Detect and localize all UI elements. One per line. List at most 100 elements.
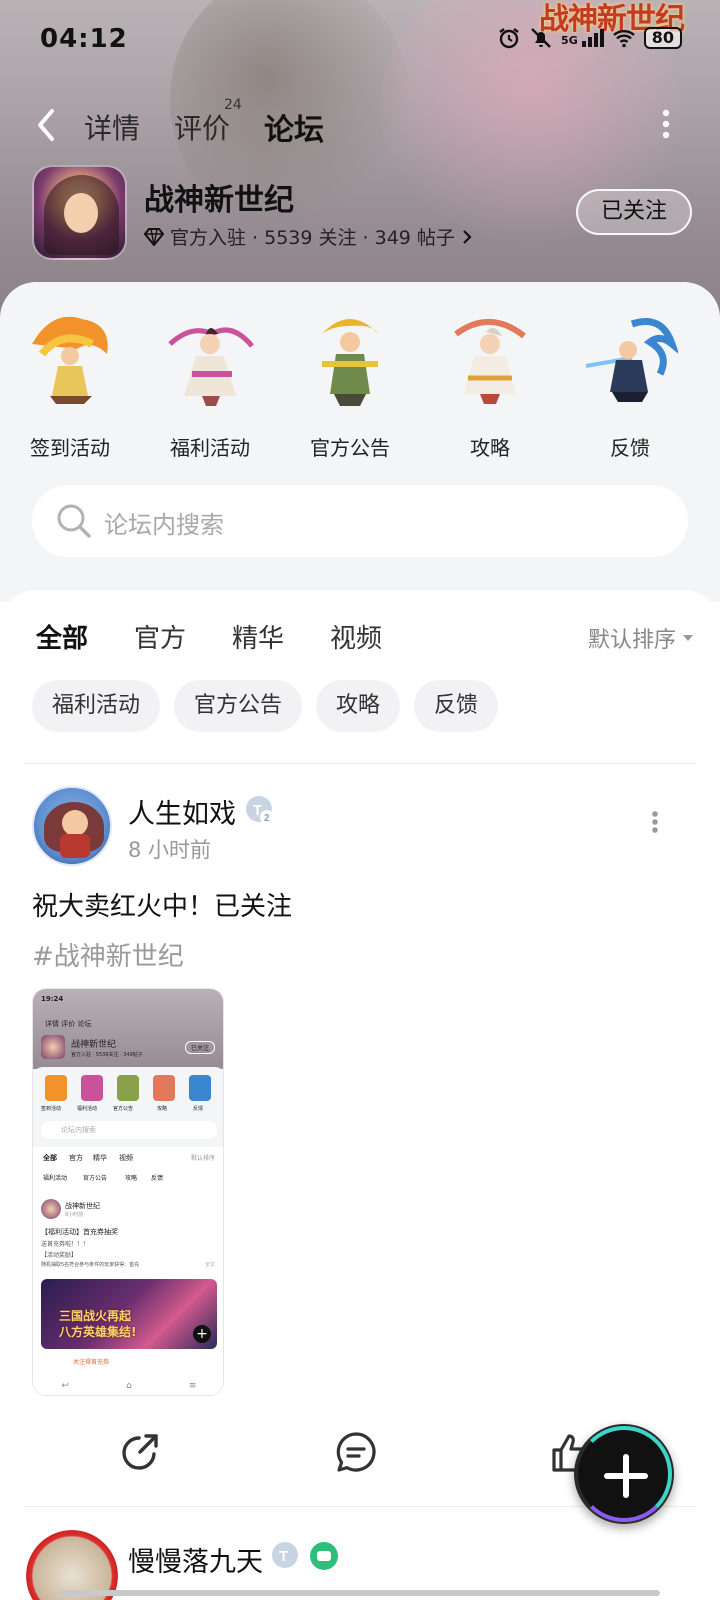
post-username[interactable]: 人生如戏	[128, 792, 236, 831]
plus-icon	[604, 1454, 648, 1498]
caret-down-icon	[683, 635, 693, 641]
tab-details[interactable]: 详情	[84, 107, 140, 147]
thumb-post-user: 战神新世纪	[65, 1202, 100, 1210]
thumb-filter: 精华	[93, 1154, 107, 1162]
thumb-menu-icon: ≡	[188, 1381, 197, 1391]
thumb-filter: 视频	[119, 1154, 133, 1162]
chip-announcement[interactable]: 官方公告	[174, 680, 303, 732]
thumb-post-full: 全文	[204, 1262, 215, 1268]
thumb-time: 19:24	[41, 995, 64, 1003]
battery-indicator: 80	[643, 27, 682, 49]
thumb-chip: 反馈	[151, 1175, 164, 1182]
gesture-bar	[60, 1590, 660, 1596]
share-icon[interactable]	[118, 1430, 162, 1474]
svg-text:2: 2	[264, 813, 270, 824]
create-post-button[interactable]	[574, 1424, 674, 1524]
thumb-back-icon: ↩	[61, 1381, 70, 1391]
thumb-navbar: ↩ ⌂ ≡	[33, 1375, 223, 1395]
sort-dropdown[interactable]: 默认排序	[588, 622, 694, 654]
category-label: 官方公告	[310, 436, 390, 460]
category-announcement[interactable]: 官方公告	[280, 304, 420, 461]
post-hashtag[interactable]: #战神新世纪	[32, 936, 184, 973]
category-welfare[interactable]: 福利活动	[140, 304, 280, 461]
category-guide[interactable]: 攻略	[420, 304, 560, 461]
category-label: 福利活动	[170, 436, 250, 460]
thumb-game-title: 战神新世纪	[71, 1040, 117, 1050]
follow-button[interactable]: 已关注	[576, 189, 692, 235]
thumb-promo-banner: 三国战火再起 八方英雄集结! +	[41, 1279, 217, 1349]
chip-guide[interactable]: 攻略	[316, 680, 401, 732]
network-5g-icon: 5G	[561, 29, 604, 47]
thumb-cat-label: 反馈	[193, 1106, 204, 1112]
thumb-footer: 关注得首充券	[73, 1359, 110, 1366]
reviews-count-badge: 24	[224, 97, 242, 113]
mute-bell-icon	[531, 28, 551, 48]
thumb-post-time: 8小时前	[65, 1212, 84, 1218]
header-banner: 战神新世纪 04:12 5G 80 详情 评价 24 论坛 战神新世纪 官方入驻…	[0, 0, 720, 330]
thumb-search-text: 论坛内搜索	[61, 1126, 96, 1134]
thumb-plus-icon: +	[193, 1325, 211, 1343]
game-meta[interactable]: 官方入驻 · 5539 关注 · 349 帖子	[144, 223, 473, 250]
filter-tab-video[interactable]: 视频	[330, 618, 382, 655]
status-bar: 04:12 5G 80	[0, 20, 720, 60]
search-icon	[57, 504, 91, 538]
chevron-right-icon	[463, 229, 472, 244]
back-arrow-icon[interactable]	[30, 105, 64, 145]
game-icon[interactable]	[32, 165, 127, 260]
status-time: 04:12	[40, 24, 128, 54]
thumb-cat-art	[153, 1075, 175, 1101]
chip-welfare[interactable]: 福利活动	[32, 680, 161, 732]
thumb-cat-label: 官方公告	[113, 1106, 134, 1112]
thumb-cat-art	[117, 1075, 139, 1101]
filter-tab-featured[interactable]: 精华	[232, 618, 284, 655]
wifi-icon	[612, 30, 635, 48]
tab-reviews[interactable]: 评价	[174, 107, 230, 147]
announcement-hero-icon	[322, 319, 378, 406]
thumb-avatar	[41, 1199, 61, 1219]
thumb-filter: 官方	[69, 1154, 83, 1162]
more-vertical-icon[interactable]	[650, 810, 660, 834]
category-label: 签到活动	[30, 436, 110, 460]
forum-search[interactable]: 论坛内搜索	[32, 485, 688, 557]
thumb-post-title: 【福利活动】首充券抽奖	[41, 1228, 118, 1236]
thumb-chip: 攻略	[125, 1175, 138, 1182]
game-title: 战神新世纪	[144, 183, 294, 218]
filter-tab-all[interactable]: 全部	[36, 618, 89, 659]
comment-icon[interactable]	[334, 1430, 378, 1474]
thumb-chip: 官方公告	[83, 1175, 108, 1182]
feedback-hero-icon	[585, 318, 678, 402]
status-icons: 5G 80	[497, 26, 682, 50]
post-image[interactable]: 19:24 详情 评价 论坛 战神新世纪 官方入驻 · 5539关注 · 349…	[32, 988, 224, 1396]
thumb-post-line: 送首充券啦！！！	[41, 1241, 90, 1248]
diamond-icon	[144, 227, 164, 246]
search-input[interactable]: 论坛内搜索	[104, 505, 224, 540]
thumb-filter: 全部	[43, 1154, 57, 1162]
alarm-icon	[499, 28, 519, 49]
checkin-hero-icon	[32, 316, 108, 404]
thumb-post-line: 随机抽取5名符合参与条件的玩家获得：首充	[41, 1262, 140, 1268]
post-card[interactable]: 人生如戏 T 2 8 小时前 祝大卖红火中！已关注 #战神新世纪 19:24 详…	[0, 770, 720, 1515]
sort-label: 默认排序	[587, 628, 676, 653]
topic-chips: 福利活动 官方公告 攻略 反馈	[32, 680, 499, 732]
post-time: 8 小时前	[128, 838, 212, 862]
svg-text:T: T	[279, 1548, 288, 1565]
filter-tab-official[interactable]: 官方	[134, 618, 186, 655]
category-checkin[interactable]: 签到活动	[0, 304, 140, 461]
category-feedback[interactable]: 反馈	[560, 304, 700, 461]
category-label: 攻略	[470, 436, 510, 460]
avatar[interactable]	[32, 786, 112, 866]
thumb-cat-art	[81, 1075, 103, 1101]
thumb-home-icon: ⌂	[126, 1381, 132, 1391]
tab-forum[interactable]: 论坛	[264, 105, 324, 149]
thumb-cat-label: 签到活动	[41, 1106, 62, 1112]
top-nav: 详情 评价 24 论坛	[0, 95, 720, 155]
thumb-follow: 已关注	[184, 1041, 215, 1054]
thumb-game-icon	[41, 1035, 65, 1059]
game-meta-text: 官方入驻 · 5539 关注 · 349 帖子	[170, 227, 455, 249]
divider	[24, 763, 696, 764]
thumb-post-line: 【活动奖励】	[41, 1252, 78, 1259]
chip-feedback[interactable]: 反馈	[414, 680, 499, 732]
thumb-chip: 福利活动	[43, 1175, 68, 1182]
more-vertical-icon[interactable]	[660, 109, 672, 139]
post-username[interactable]: 慢慢落九天	[128, 1540, 263, 1579]
